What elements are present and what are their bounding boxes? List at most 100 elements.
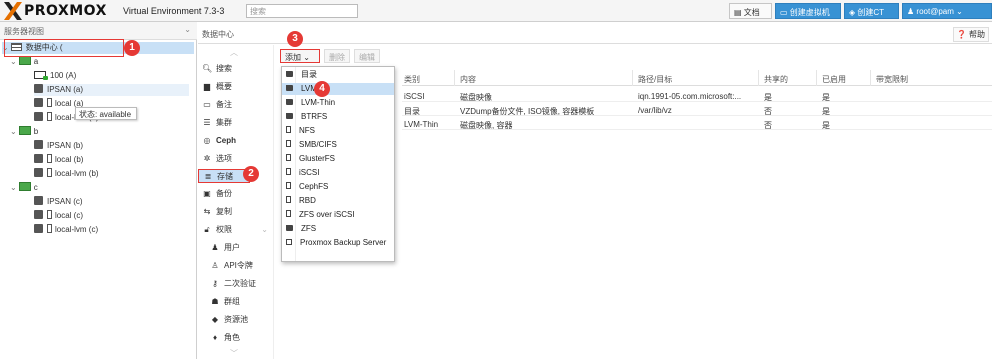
storage-icon <box>34 140 43 149</box>
chevron-down-icon: ⌄ <box>184 25 191 34</box>
building-icon <box>286 182 291 189</box>
nav-permissions[interactable]: 🔓︎ 权限 ⌄ <box>198 223 274 237</box>
tree-storage-ipsan-c[interactable]: IPSAN (c) <box>34 196 83 208</box>
logo-text: PROXMOX <box>24 3 107 19</box>
storage-icon <box>34 112 43 121</box>
nav-users[interactable]: ♟ 用户 <box>198 241 274 255</box>
tree-storage-local-b[interactable]: local (b) <box>34 154 83 166</box>
storage-icon <box>47 112 52 121</box>
nav-pools[interactable]: ◆ 资源池 <box>198 313 274 327</box>
menu-item-pbs[interactable]: Proxmox Backup Server <box>282 237 394 249</box>
tree-node-c[interactable]: ⌄ c <box>10 182 38 194</box>
resource-tree: 服务器视图 ⌄ ⌄ 数据中心 ( ⌄ a 100 (A) IPSAN (a) loc… <box>0 22 197 359</box>
collapse-icon[interactable]: ⌄ <box>10 183 17 192</box>
column-header-bandwidth[interactable]: 带宽限制 <box>876 74 908 85</box>
nav-ceph[interactable]: ◎ Ceph <box>198 134 274 148</box>
nav-replication[interactable]: ⇆ 复制 <box>198 205 274 219</box>
collapse-icon[interactable]: ⌄ <box>10 127 17 136</box>
nav-notes[interactable]: ▭ 备注 <box>198 98 274 112</box>
storage-icon <box>47 224 52 233</box>
node-online-icon <box>18 56 31 65</box>
remove-button[interactable]: 删除 <box>324 49 350 63</box>
collapse-icon[interactable]: ⌄ <box>10 57 17 66</box>
cell-type: LVM-Thin <box>404 120 439 129</box>
cell-enabled: 是 <box>822 107 830 116</box>
edit-button[interactable]: 编辑 <box>354 49 380 63</box>
tree-vm-100[interactable]: 100 (A) <box>34 70 76 82</box>
menu-item-cephfs[interactable]: CephFS <box>282 181 394 193</box>
tree-node-a[interactable]: ⌄ a <box>10 56 38 68</box>
cell-content: VZDump备份文件, ISO镜像, 容器模板 <box>460 107 595 116</box>
user-outline-icon: ♙ <box>211 261 219 270</box>
page-title: 数据中心 <box>202 30 234 39</box>
storage-icon <box>34 98 43 107</box>
book-icon: ▤ <box>734 8 744 17</box>
column-header-content[interactable]: 内容 <box>460 74 476 85</box>
nav-options[interactable]: ✲ 选项 <box>198 152 274 166</box>
add-button[interactable]: 添加 ⌄ <box>280 49 320 63</box>
nav-roles[interactable]: ♦ 角色 <box>198 331 274 345</box>
callout-badge-1: 1 <box>124 40 140 56</box>
search-input[interactable]: 搜索 <box>246 4 358 18</box>
callout-badge-3: 3 <box>287 31 303 47</box>
search-icon: 🔍︎ <box>202 64 213 73</box>
nav-storage[interactable]: ≣ 存储 <box>198 169 250 183</box>
status-tooltip: 状态: available <box>75 107 137 120</box>
column-divider <box>758 70 759 86</box>
building-icon <box>286 210 291 217</box>
tree-storage-ipsan-b[interactable]: IPSAN (b) <box>34 140 83 152</box>
building-icon <box>286 196 291 203</box>
retweet-icon: ⇆ <box>203 207 211 216</box>
table-row[interactable]: LVM-Thin 磁盘映像, 容器 否 是 <box>402 118 992 130</box>
scroll-down-icon[interactable]: ﹀ <box>230 348 238 359</box>
product-version: Virtual Environment 7.3-3 <box>123 6 225 16</box>
nav-backup[interactable]: ▣ 备份 <box>198 187 274 201</box>
floppy-icon: ▣ <box>203 189 211 198</box>
table-row[interactable]: 目录 VZDump备份文件, ISO镜像, 容器模板 /var/lib/vz 否… <box>402 104 992 116</box>
tree-storage-local-lvm-b[interactable]: local-lvm (b) <box>34 168 99 180</box>
nav-search[interactable]: 🔍︎ 搜索 <box>198 62 274 76</box>
menu-item-iscsi[interactable]: iSCSI <box>282 167 394 179</box>
docs-button[interactable]: ▤ 文档 <box>729 3 772 19</box>
tree-storage-ipsan-a[interactable]: IPSAN (a) <box>34 84 189 96</box>
cell-type: iSCSI <box>404 92 425 101</box>
column-header-shared[interactable]: 共享的 <box>764 74 788 85</box>
menu-item-lvm-thin[interactable]: LVM-Thin <box>282 97 394 109</box>
user-menu-button[interactable]: ♟ root@pam ⌄ <box>902 3 992 19</box>
menu-item-directory[interactable]: 目录 <box>282 69 394 81</box>
storage-icon <box>47 98 52 107</box>
menu-item-lvm[interactable]: LVM <box>282 83 394 95</box>
create-vm-button[interactable]: ▭ 创建虚拟机 <box>775 3 841 19</box>
menu-item-zfs-over-iscsi[interactable]: ZFS over iSCSI <box>282 209 394 221</box>
nav-cluster[interactable]: ☰ 集群 <box>198 116 274 130</box>
storage-icon <box>47 210 52 219</box>
help-button[interactable]: ❓ 帮助 <box>952 27 989 42</box>
menu-item-btrfs[interactable]: BTRFS <box>282 111 394 123</box>
menu-item-glusterfs[interactable]: GlusterFS <box>282 153 394 165</box>
menu-item-nfs[interactable]: NFS <box>282 125 394 137</box>
tree-storage-local-lvm-c[interactable]: local-lvm (c) <box>34 224 98 236</box>
column-header-path[interactable]: 路径/目标 <box>638 74 672 85</box>
folder-icon <box>286 113 293 119</box>
table-row[interactable]: iSCSI 磁盘映像 iqn.1991-05.com.microsoft:...… <box>402 90 992 102</box>
nav-groups[interactable]: ☗ 群组 <box>198 295 274 309</box>
tree-storage-local-c[interactable]: local (c) <box>34 210 83 222</box>
column-header-type[interactable]: 类别 <box>404 74 420 85</box>
nav-summary[interactable]: ▆ 概要 <box>198 80 274 94</box>
tree-node-b[interactable]: ⌄ b <box>10 126 38 138</box>
book-icon: ▆ <box>203 82 211 91</box>
gear-icon: ✲ <box>203 154 211 163</box>
scroll-up-icon[interactable]: ︿ <box>230 47 238 58</box>
nav-api-tokens[interactable]: ♙ API令牌 <box>198 259 274 273</box>
menu-item-zfs[interactable]: ZFS <box>282 223 394 235</box>
nav-tfa[interactable]: ⚷ 二次验证 <box>198 277 274 291</box>
unlock-icon: 🔓︎ <box>204 225 210 234</box>
column-header-enabled[interactable]: 已启用 <box>822 74 846 85</box>
create-ct-button[interactable]: ◈ 创建CT <box>844 3 899 19</box>
male-icon: ♦ <box>212 333 218 342</box>
tree-view-select[interactable]: 服务器视图 ⌄ <box>0 22 197 40</box>
menu-item-rbd[interactable]: RBD <box>282 195 394 207</box>
menu-item-smb-cifs[interactable]: SMB/CIFS <box>282 139 394 151</box>
help-icon: ❓ <box>956 30 967 39</box>
cell-shared: 否 <box>764 107 772 116</box>
